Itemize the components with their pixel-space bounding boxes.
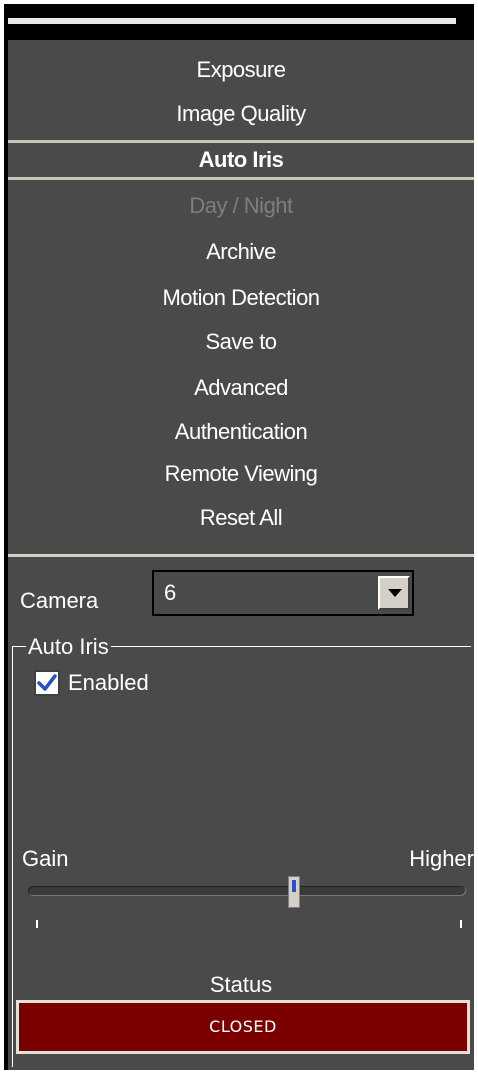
status-value: CLOSED (16, 1000, 470, 1054)
menu-item-advanced[interactable]: Advanced (8, 366, 474, 410)
menu-item-remote-viewing[interactable]: Remote Viewing (8, 452, 474, 496)
status-label: Status (209, 972, 273, 997)
menu-item-image-quality[interactable]: Image Quality (8, 92, 474, 136)
slider-tick-min (36, 920, 38, 928)
settings-panel: Exposure Image Quality Auto Iris Day / N… (8, 40, 474, 1070)
enabled-label: Enabled (68, 670, 149, 695)
auto-iris-group-title: Auto Iris (26, 634, 111, 660)
menu-item-archive[interactable]: Archive (8, 230, 474, 274)
gain-slider-thumb[interactable] (287, 876, 300, 908)
enabled-checkbox[interactable] (34, 670, 60, 696)
checkmark-icon (37, 674, 57, 691)
menu-item-exposure[interactable]: Exposure (8, 48, 474, 92)
gain-label: Gain (22, 846, 69, 871)
menu-item-day-night: Day / Night (189, 193, 293, 218)
menu-item-motion-detection[interactable]: Motion Detection (8, 276, 474, 320)
menu-item-save-to[interactable]: Save to (8, 320, 474, 364)
slider-tick-max (460, 920, 462, 928)
title-bar (8, 18, 456, 24)
menu-divider (8, 554, 474, 557)
menu-item-authentication[interactable]: Authentication (8, 410, 474, 454)
camera-select[interactable]: 6 (152, 570, 414, 616)
gain-slider-track[interactable] (28, 886, 466, 896)
higher-label: Higher (409, 846, 474, 871)
menu-item-auto-iris[interactable]: Auto Iris (8, 140, 474, 180)
camera-label: Camera (20, 588, 99, 613)
camera-value: 6 (164, 580, 177, 605)
menu-item-reset-all[interactable]: Reset All (8, 496, 474, 540)
chevron-down-icon[interactable] (378, 576, 410, 610)
